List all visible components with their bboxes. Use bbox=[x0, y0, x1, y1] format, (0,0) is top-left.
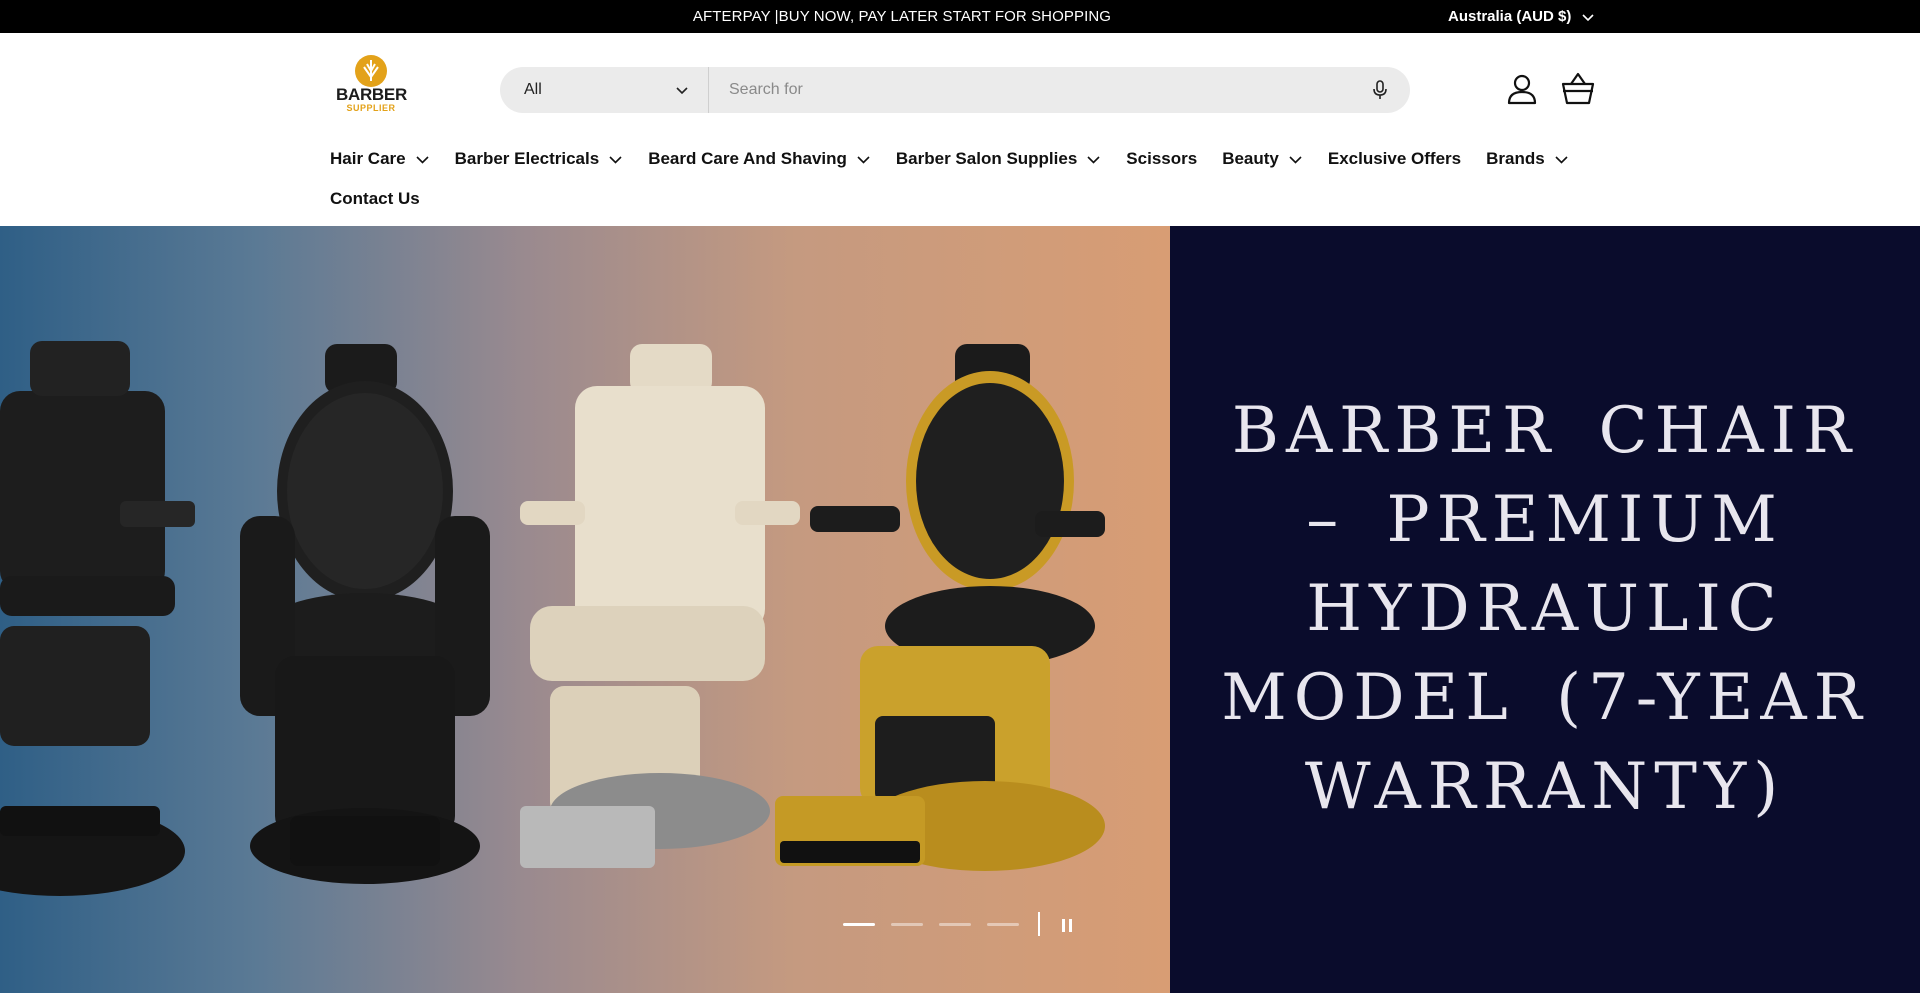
search-category-label: All bbox=[524, 81, 542, 98]
nav-item-scissors[interactable]: Scissors bbox=[1126, 149, 1197, 169]
nav-item-label: Hair Care bbox=[330, 149, 406, 168]
basket-icon bbox=[1561, 72, 1595, 105]
announcement-bar: AFTERPAY |BUY NOW, PAY LATER START FOR S… bbox=[0, 0, 1920, 33]
nav-item-label: Barber Salon Supplies bbox=[895, 149, 1078, 168]
chevron-down-icon bbox=[1289, 155, 1302, 164]
chevron-down-icon bbox=[676, 87, 688, 95]
microphone-icon bbox=[1373, 80, 1387, 99]
nav-item-label: Barber Electricals bbox=[454, 149, 600, 168]
barber-chair-black-tufted bbox=[240, 344, 490, 884]
slide-dot[interactable] bbox=[891, 923, 923, 926]
search-input[interactable] bbox=[709, 67, 1350, 113]
chevron-down-icon bbox=[1087, 155, 1100, 164]
site-header: BARBER SUPPLIER All Hair CareBarber Elec bbox=[0, 33, 1920, 226]
nav-item-contact-us[interactable]: Contact Us bbox=[330, 189, 420, 209]
slide-dot[interactable] bbox=[987, 923, 1019, 926]
main-nav: Hair Care Barber Electricals Beard Care An… bbox=[330, 143, 1610, 215]
chevron-down-icon bbox=[857, 155, 870, 164]
currency-label: Australia (AUD $) bbox=[1448, 8, 1572, 25]
voice-search-button[interactable] bbox=[1350, 67, 1410, 113]
chevron-down-icon bbox=[1582, 13, 1594, 21]
hero-title: BARBER CHAIR – PREMIUM HYDRAULIC MODEL (… bbox=[1221, 394, 1869, 824]
logo[interactable]: BARBER SUPPLIER bbox=[336, 55, 407, 115]
nav-item-label: Exclusive Offers bbox=[1327, 149, 1462, 168]
nav-row: Hair Care Barber Electricals Beard Care An… bbox=[330, 143, 1610, 175]
barber-chairs-illustration bbox=[0, 341, 1105, 896]
nav-item-barber-salon-supplies[interactable]: Barber Salon Supplies bbox=[896, 149, 1101, 169]
nav-item-barber-electricals[interactable]: Barber Electricals bbox=[455, 149, 624, 169]
nav-item-label: Beauty bbox=[1222, 149, 1279, 168]
slider-divider bbox=[1038, 912, 1040, 936]
barber-chair-gold bbox=[775, 344, 1105, 871]
search-bar: All bbox=[500, 67, 1410, 113]
slide-indicators bbox=[843, 923, 1019, 926]
search-category-select[interactable]: All bbox=[500, 67, 709, 113]
nav-item-beauty[interactable]: Beauty bbox=[1222, 149, 1303, 169]
hero-image bbox=[0, 226, 1170, 993]
nav-item-label: Brands bbox=[1486, 149, 1545, 168]
pause-icon-bar bbox=[1069, 918, 1072, 932]
cart-button[interactable] bbox=[1560, 71, 1596, 107]
slide-dot[interactable] bbox=[939, 923, 971, 926]
nav-item-exclusive-offers[interactable]: Exclusive Offers bbox=[1328, 149, 1461, 169]
nav-item-label: Beard Care And Shaving bbox=[648, 149, 847, 168]
barber-chair-cream bbox=[520, 344, 800, 868]
slide-dot[interactable] bbox=[843, 923, 875, 926]
hero-text-panel: BARBER CHAIR – PREMIUM HYDRAULIC MODEL (… bbox=[1170, 226, 1920, 993]
nav-item-brands[interactable]: Brands bbox=[1486, 149, 1569, 169]
nav-item-label: Scissors bbox=[1126, 149, 1198, 168]
currency-selector[interactable]: Australia (AUD $) bbox=[1448, 0, 1595, 33]
hero-slideshow: BARBER CHAIR – PREMIUM HYDRAULIC MODEL (… bbox=[0, 226, 1920, 993]
nav-item-label: Contact Us bbox=[330, 189, 420, 208]
chevron-down-icon bbox=[609, 155, 622, 164]
nav-item-hair-care[interactable]: Hair Care bbox=[330, 149, 430, 169]
chevron-down-icon bbox=[1555, 155, 1568, 164]
user-icon bbox=[1507, 74, 1537, 105]
nav-row: Contact Us bbox=[330, 183, 1610, 215]
logo-title: BARBER bbox=[336, 85, 407, 104]
barber-chair-black-left bbox=[0, 341, 195, 896]
pause-icon bbox=[1062, 918, 1065, 932]
nav-item-beard-care-and-shaving[interactable]: Beard Care And Shaving bbox=[648, 149, 871, 169]
logo-subtitle: SUPPLIER bbox=[346, 103, 396, 113]
pause-button[interactable] bbox=[1056, 914, 1078, 936]
account-button[interactable] bbox=[1504, 71, 1540, 107]
chevron-down-icon bbox=[416, 155, 429, 164]
